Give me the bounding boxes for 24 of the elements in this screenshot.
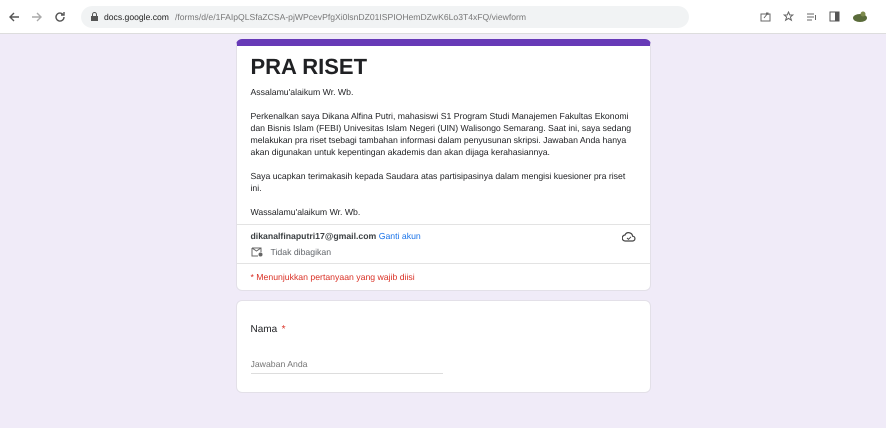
sharing-status: Tidak dibagikan [270, 247, 332, 257]
required-note: * Menunjukkan pertanyaan yang wajib diisi [236, 263, 650, 290]
share-icon[interactable] [760, 11, 771, 22]
question-label: Nama [250, 324, 278, 335]
form-title: PRA RISET [250, 54, 368, 80]
url-host: docs.google.com [104, 12, 169, 22]
description-paragraph: Perkenalkan saya Dikana Alfina Putri, mahasiswi S1 Program Studi Manajemen Fakultas Ekonomi dan Bisnis Islam (FEBI) Univesitas Islam Negeri (UIN) Walisongo Semarang. Saat ini, saya sedang melakukan pra riset tsebagi tambahan informasi dalam penyusunan skripsi. Jawaban Anda hanya akan digunakan untuk kepentingan akademis dan akan dijaga kerahasiannya. [250, 110, 632, 158]
avatar-icon[interactable] [852, 10, 868, 22]
lock-icon [91, 12, 98, 21]
back-icon[interactable] [8, 10, 20, 22]
cloud-check-icon [622, 231, 636, 242]
url-path: /forms/d/e/1FAIpQLSfaZCSA-pjWPcevPfgXi0lsnDZ01ISPIOHemDZwK6Lo3T4xFQ/viewform [174, 12, 526, 22]
description-paragraph: Saya ucapkan terimakasih kepada Saudara atas partisipasinya dalam mengisi kuesioner pra riset ini. [250, 170, 626, 194]
description-paragraph: Assalamu'alaikum Wr. Wb. [250, 86, 354, 98]
description-paragraph: Wassalamu'alaikum Wr. Wb. [250, 206, 362, 218]
switch-account-link[interactable]: Ganti akun [378, 231, 421, 241]
reload-icon[interactable] [54, 10, 66, 22]
account-email: dikanalfinaputri17@gmail.com [250, 231, 376, 241]
side-panel-icon[interactable] [829, 11, 840, 22]
required-mark: * [282, 324, 286, 335]
star-icon[interactable] [783, 11, 794, 22]
list-icon[interactable] [806, 11, 817, 22]
address-bar[interactable]: docs.google.com /forms/d/e/1FAIpQLSfaZCSA-pjWPcevPfgXi0lsnDZ01ISPIOHemDZwK6Lo3T4xFQ/viewform [81, 6, 689, 28]
mail-icon [250, 247, 262, 257]
